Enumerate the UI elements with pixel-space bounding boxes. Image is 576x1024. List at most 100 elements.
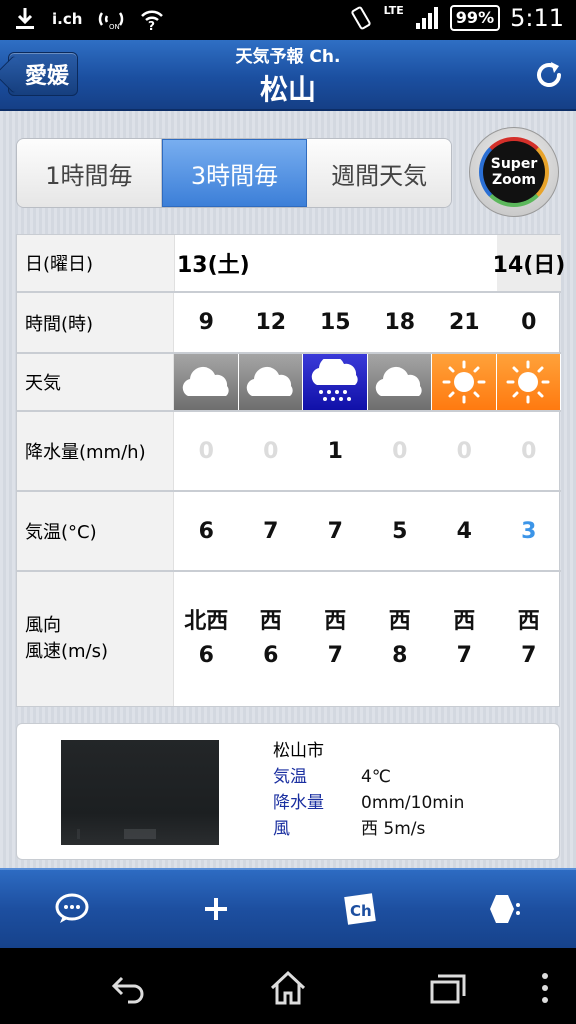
ich-icon: i.ch (52, 10, 83, 28)
channel-button[interactable]: Ch (330, 879, 390, 939)
superzoom-button[interactable]: Super Zoom (469, 127, 559, 217)
signal-icon (415, 7, 438, 29)
nfc-icon: ON (99, 12, 124, 31)
precip-cell: 0 (456, 438, 472, 464)
wind-direction: 西 (324, 609, 347, 634)
tab-bar: 1時間毎 3時間毎 週間天気 (16, 138, 452, 208)
status-bar: i.ch ON ? LTE 99% 5:11 (0, 0, 576, 40)
vibrate-icon (350, 6, 371, 30)
precip-label: 降水量(mm/h) (17, 412, 174, 490)
recent-apps-icon[interactable] (428, 968, 468, 1008)
forecast-table: 日(曜日) 13(土) 14(日) 時間(時) 9 12 15 18 21 0 … (16, 234, 565, 707)
home-icon[interactable] (268, 968, 308, 1008)
time-cell: 15 (319, 310, 351, 335)
live-row-precip: 降水量 0mm/10min (273, 790, 464, 816)
add-icon (205, 898, 227, 920)
live-value: 西 5m/s (361, 819, 426, 839)
add-button[interactable] (186, 879, 246, 939)
settings-icon (490, 895, 520, 923)
date-13: 13(土) (177, 253, 250, 278)
tab-3hourly[interactable]: 3時間毎 (161, 139, 308, 207)
wind-direction: 西 (259, 609, 282, 634)
channel-icon: Ch (344, 893, 376, 925)
date-14: 14(日) (493, 235, 565, 291)
precip-cell: 0 (521, 438, 537, 464)
superzoom-label-2: Zoom (492, 172, 536, 188)
wifi-icon: ? (141, 10, 164, 31)
refresh-icon[interactable] (532, 58, 566, 92)
wind-cell: 西7 (497, 572, 562, 706)
weather-label: 天気 (17, 354, 174, 410)
wind-speed: 7 (327, 643, 343, 668)
wind-direction: 西 (517, 609, 540, 634)
battery-indicator: 99% (449, 5, 501, 31)
back-icon[interactable] (108, 968, 148, 1008)
temp-cell: 7 (263, 518, 279, 544)
date-label: 日(曜日) (17, 235, 175, 291)
time-cell: 18 (384, 310, 416, 335)
time-cell: 12 (255, 310, 287, 335)
wind-speed: 7 (521, 643, 537, 668)
temp-cell: 3 (521, 518, 537, 544)
tab-weekly[interactable]: 週間天気 (307, 139, 451, 207)
live-key: 気温 (273, 767, 307, 787)
menu-icon[interactable] (525, 968, 565, 1008)
wind-speed-label: 風速(m/s) (25, 641, 109, 662)
sunny-icon (496, 354, 561, 410)
time-row: 時間(時) 9 12 15 18 21 0 (17, 293, 561, 354)
precip-row: 降水量(mm/h) 0 0 1 0 0 0 (17, 412, 561, 492)
date-row: 日(曜日) 13(土) 14(日) (17, 235, 565, 293)
superzoom-label-1: Super (490, 156, 538, 172)
rain-icon (303, 354, 368, 410)
time-cell: 21 (448, 310, 480, 335)
precip-cell: 0 (392, 438, 408, 464)
wind-cell: 西7 (303, 572, 368, 706)
temp-cell: 4 (456, 518, 472, 544)
svg-text:?: ? (148, 19, 155, 31)
live-camera-image[interactable] (61, 740, 219, 845)
wind-direction: 北西 (184, 609, 229, 634)
wind-direction: 西 (388, 609, 411, 634)
wind-dir-label: 風向 (25, 615, 61, 636)
cloudy-icon (238, 354, 303, 410)
live-city: 松山市 (273, 741, 324, 761)
lte-label: LTE (383, 3, 404, 17)
page-title: 松山 (259, 73, 316, 106)
weather-row: 天気 (17, 354, 561, 412)
time-cell: 9 (198, 310, 214, 335)
live-value: 0mm/10min (361, 793, 465, 813)
wind-row: 風向 風速(m/s) 北西 6 西6 西7 西8 西7 西7 (17, 572, 561, 706)
wind-cell: 北西 6 (174, 572, 239, 706)
wind-direction: 西 (453, 609, 476, 634)
temp-cell: 7 (327, 518, 343, 544)
wind-cell: 西7 (432, 572, 497, 706)
temp-label: 気温(°C) (17, 492, 174, 570)
time-cell: 0 (521, 310, 537, 335)
wind-speed: 6 (263, 643, 279, 668)
wind-cell: 西6 (239, 572, 304, 706)
bottom-toolbar: Ch (0, 868, 576, 948)
live-row-temp: 気温 4℃ (273, 764, 464, 790)
temp-cell: 6 (198, 518, 214, 544)
temp-cell: 5 (392, 518, 408, 544)
main-content: 1時間毎 3時間毎 週間天気 Super Zoom 日(曜日) 13(土) 14… (0, 111, 576, 868)
live-row-wind: 風 西 5m/s (273, 816, 464, 842)
tab-hourly[interactable]: 1時間毎 (17, 139, 162, 207)
settings-button[interactable] (474, 879, 534, 939)
header-subtitle: 天気予報 Ch. (235, 47, 341, 67)
wind-speed: 8 (392, 643, 408, 668)
precip-cell: 0 (263, 438, 279, 464)
precip-cell: 1 (327, 438, 343, 464)
cloudy-icon (367, 354, 432, 410)
chat-button[interactable] (42, 879, 102, 939)
svg-text:ON: ON (109, 23, 120, 31)
time-label: 時間(時) (17, 293, 174, 352)
live-camera-panel[interactable]: 松山市 気温 4℃ 降水量 0mm/10min 風 西 5m/s (16, 723, 560, 860)
sunny-icon (432, 354, 497, 410)
wind-cell: 西8 (368, 572, 433, 706)
wind-speed: 7 (456, 643, 472, 668)
clock: 5:11 (510, 4, 564, 32)
live-value: 4℃ (361, 767, 391, 787)
download-icon (16, 8, 34, 29)
channel-label: Ch (350, 902, 372, 920)
